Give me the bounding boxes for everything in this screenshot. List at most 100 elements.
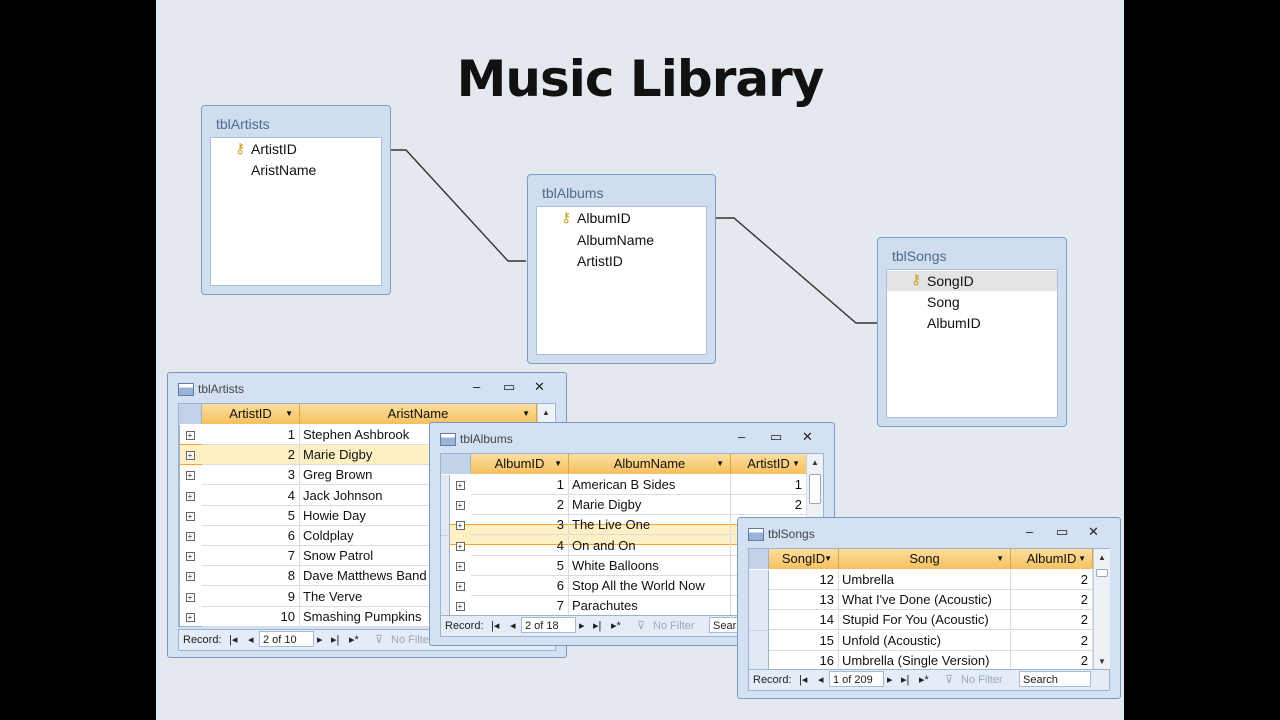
column-header-artistid[interactable]: ArtistID ▼ <box>202 404 300 424</box>
plus-expand-icon[interactable]: + <box>449 561 471 571</box>
datasheet-grid[interactable]: SongID ▼ Song ▼ AlbumID ▼ ▲ ▼ 12 Umbrella 2 13… <box>748 548 1110 672</box>
current-record-field[interactable]: 2 of 10 <box>259 631 314 647</box>
plus-expand-icon[interactable]: + <box>179 470 201 481</box>
plus-expand-icon[interactable]: + <box>449 581 471 591</box>
relationship-box-albums[interactable]: tblAlbums ⚷ AlbumID AlbumName ArtistID <box>527 174 716 364</box>
scroll-up-arrow-icon[interactable]: ▲ <box>1094 553 1110 562</box>
previous-record-icon[interactable]: ◂ <box>510 616 516 636</box>
close-button[interactable]: ✕ <box>802 429 813 445</box>
table-cell[interactable]: Stupid For You (Acoustic) <box>839 610 1011 631</box>
field-song[interactable]: Song <box>927 294 960 310</box>
next-record-icon[interactable]: ▸ <box>887 670 893 690</box>
table-cell[interactable]: Umbrella (Single Version) <box>839 650 1011 671</box>
table-cell[interactable]: 2 <box>1011 610 1093 631</box>
sort-dropdown-icon[interactable]: ▼ <box>996 549 1004 569</box>
vertical-scrollbar[interactable]: ▲ ▼ <box>1093 549 1110 671</box>
window-titlebar[interactable]: tblSongs – ▭ ✕ <box>738 518 1120 548</box>
scroll-thumb[interactable] <box>1096 569 1108 577</box>
field-songid[interactable]: SongID <box>927 273 974 289</box>
table-cell[interactable]: 15 <box>769 630 839 651</box>
plus-expand-icon[interactable]: + <box>449 480 471 490</box>
plus-expand-icon[interactable]: + <box>179 612 201 622</box>
column-header-songid[interactable]: SongID ▼ <box>769 549 839 569</box>
close-button[interactable]: ✕ <box>534 379 545 395</box>
window-titlebar[interactable]: tblArtists – ▭ ✕ <box>168 373 566 403</box>
table-cell[interactable]: 1 <box>731 475 807 495</box>
table-cell[interactable]: 5 <box>202 505 300 526</box>
table-cell[interactable]: 2 <box>731 495 807 516</box>
table-cell[interactable]: 1 <box>471 475 569 495</box>
maximize-button[interactable]: ▭ <box>503 379 515 395</box>
row-selector[interactable] <box>749 570 769 591</box>
field-albumname[interactable]: AlbumName <box>577 232 654 248</box>
column-header-song[interactable]: Song ▼ <box>839 549 1011 569</box>
table-cell[interactable]: Unfold (Acoustic) <box>839 630 1011 651</box>
sort-dropdown-icon[interactable]: ▼ <box>792 454 800 474</box>
minimize-button[interactable]: – <box>738 429 745 444</box>
row-selector[interactable] <box>749 590 769 612</box>
table-cell[interactable]: 2 <box>1011 590 1093 611</box>
maximize-button[interactable]: ▭ <box>770 429 782 445</box>
table-cell[interactable]: 3 <box>471 515 569 536</box>
column-header-aristname[interactable]: AristName ▼ <box>300 404 537 424</box>
sort-dropdown-icon[interactable]: ▼ <box>285 404 293 424</box>
scroll-thumb[interactable] <box>809 474 821 504</box>
next-record-icon[interactable]: ▸ <box>317 630 323 650</box>
sort-dropdown-icon[interactable]: ▼ <box>554 454 562 474</box>
select-all-corner[interactable] <box>441 454 471 474</box>
table-cell[interactable]: 14 <box>769 610 839 631</box>
sort-dropdown-icon[interactable]: ▼ <box>522 404 530 424</box>
table-cell[interactable]: 2 <box>1011 570 1093 590</box>
select-all-corner[interactable] <box>179 404 202 424</box>
last-record-icon[interactable]: ▸| <box>901 670 909 690</box>
no-filter-button[interactable]: No Filter <box>653 616 695 636</box>
next-record-icon[interactable]: ▸ <box>579 616 585 636</box>
field-albumid[interactable]: AlbumID <box>927 315 981 331</box>
previous-record-icon[interactable]: ◂ <box>248 630 254 650</box>
new-record-icon[interactable]: ▸* <box>349 630 359 650</box>
plus-expand-icon[interactable]: + <box>179 571 201 582</box>
table-cell[interactable]: 4 <box>202 485 300 506</box>
column-header-albumid[interactable]: AlbumID ▼ <box>1011 549 1093 569</box>
table-cell[interactable]: 2 <box>1011 650 1093 671</box>
plus-expand-icon[interactable]: + <box>179 491 201 501</box>
table-cell[interactable]: The Live One <box>569 515 731 536</box>
minimize-button[interactable]: – <box>1026 524 1033 539</box>
row-selector[interactable] <box>749 610 769 632</box>
sort-dropdown-icon[interactable]: ▼ <box>716 454 724 474</box>
search-box[interactable]: Search <box>1019 671 1091 687</box>
plus-expand-icon[interactable]: + <box>179 551 201 562</box>
current-record-field[interactable]: 1 of 209 <box>829 671 884 687</box>
plus-expand-icon[interactable]: + <box>449 601 471 612</box>
column-header-artistid[interactable]: ArtistID ▼ <box>731 454 807 474</box>
table-cell[interactable]: White Balloons <box>569 555 731 576</box>
table-cell[interactable]: 13 <box>769 590 839 611</box>
table-cell[interactable]: Marie Digby <box>569 495 731 516</box>
table-cell[interactable]: 2 <box>202 445 300 466</box>
field-artistid[interactable]: ArtistID <box>577 253 623 269</box>
table-cell[interactable]: 7 <box>202 546 300 567</box>
close-button[interactable]: ✕ <box>1088 524 1099 540</box>
sort-dropdown-icon[interactable]: ▼ <box>824 549 832 569</box>
plus-expand-icon[interactable]: + <box>449 500 471 511</box>
relationship-box-artists[interactable]: tblArtists ⚷ ArtistID AristName <box>201 105 391 295</box>
table-cell[interactable]: What I've Done (Acoustic) <box>839 590 1011 611</box>
plus-expand-icon[interactable]: + <box>179 430 201 440</box>
table-cell[interactable]: 8 <box>202 566 300 587</box>
table-cell[interactable]: 2 <box>1011 630 1093 651</box>
first-record-icon[interactable]: |◂ <box>229 630 237 650</box>
plus-expand-icon[interactable]: + <box>449 520 471 531</box>
table-cell[interactable]: 1 <box>202 425 300 445</box>
table-cell[interactable]: 6 <box>471 576 569 596</box>
first-record-icon[interactable]: |◂ <box>491 616 499 636</box>
plus-expand-icon[interactable]: + <box>179 511 201 521</box>
table-cell[interactable]: Umbrella <box>839 570 1011 590</box>
datasheet-window-songs[interactable]: tblSongs – ▭ ✕ SongID ▼ Song ▼ AlbumID ▼ ▲ … <box>737 517 1121 699</box>
select-all-corner[interactable] <box>749 549 769 569</box>
table-cell[interactable]: 10 <box>202 606 300 627</box>
new-record-icon[interactable]: ▸* <box>919 670 929 690</box>
previous-record-icon[interactable]: ◂ <box>818 670 824 690</box>
table-cell[interactable]: On and On <box>569 535 731 556</box>
field-aristname[interactable]: AristName <box>251 162 316 178</box>
plus-expand-icon[interactable]: + <box>449 541 471 551</box>
